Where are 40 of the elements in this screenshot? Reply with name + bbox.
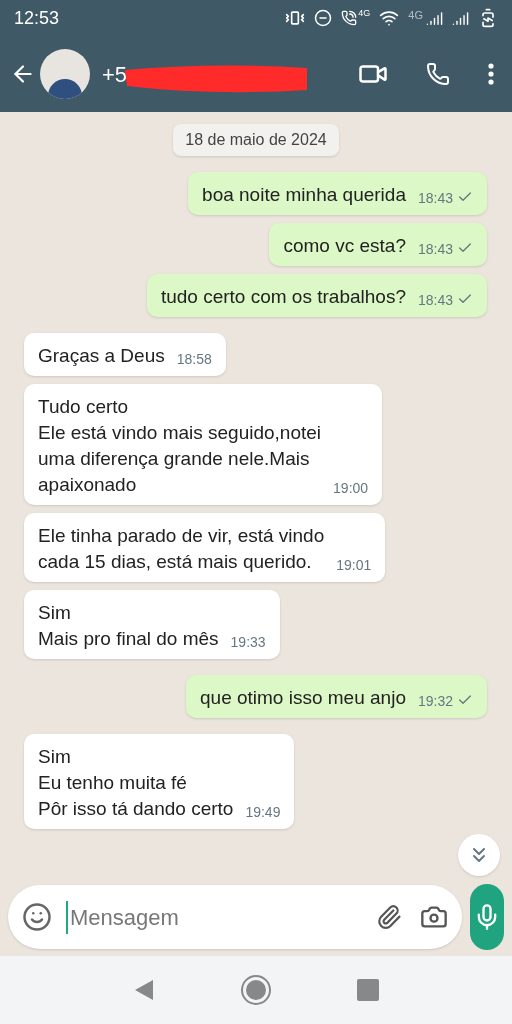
home-nav-icon[interactable] — [240, 974, 272, 1006]
message-text: que otimo isso meu anjo — [200, 686, 406, 710]
message-text: Tudo certo Ele está vindo mais seguido,notei uma diferença grande nele.Mais apaixonado — [38, 395, 322, 497]
message-time: 18:43 — [417, 291, 453, 310]
contact-name[interactable]: +5 — [102, 57, 128, 91]
status-time: 12:53 — [14, 6, 60, 30]
signal-icon — [452, 9, 469, 27]
message-time: 18:43 — [417, 240, 453, 259]
date-chip: 18 de maio de 2024 — [173, 124, 339, 156]
message-time: 19:33 — [230, 633, 266, 652]
message-text: Ele tinha parado de vir, está vindo cada 15 dias, está mais querido. — [38, 524, 325, 574]
message-text: Sim Eu tenho muita fé Pôr isso tá dando certo — [38, 745, 234, 821]
recents-nav-icon[interactable] — [357, 979, 380, 1001]
message-time: 18:43 — [417, 189, 453, 208]
menu-icon — [488, 63, 494, 85]
contact-avatar[interactable] — [40, 49, 90, 99]
message-time: 18:58 — [176, 350, 212, 369]
wifi-icon — [379, 8, 400, 28]
network-label: 4G — [408, 7, 423, 23]
message-input[interactable]: Mensagem — [66, 900, 358, 934]
message-field[interactable]: Mensagem — [8, 885, 462, 949]
wifi-call-icon — [341, 10, 358, 26]
attach-icon[interactable] — [376, 904, 402, 930]
mic-button[interactable] — [470, 884, 504, 950]
scroll-down-button[interactable] — [458, 834, 500, 876]
message-time: 19:00 — [333, 479, 369, 498]
message-text: Sim Mais pro final do mês — [38, 601, 219, 651]
message-time: 19:01 — [336, 556, 372, 575]
message-time: 19:32 — [417, 692, 453, 711]
signal-icon — [426, 9, 443, 27]
voice-call-button[interactable] — [426, 62, 450, 86]
do-not-disturb-icon — [314, 9, 333, 27]
network-label: 4G — [358, 7, 371, 21]
emoji-icon[interactable] — [22, 902, 52, 932]
message-text: como vc esta? — [283, 234, 406, 258]
vibrate-icon — [285, 8, 306, 28]
message-text: boa noite minha querida — [202, 183, 406, 207]
message-text: tudo certo com os trabalhos? — [160, 285, 406, 309]
message-text: Graças a Deus — [38, 344, 165, 368]
message-time: 19:49 — [245, 803, 281, 822]
